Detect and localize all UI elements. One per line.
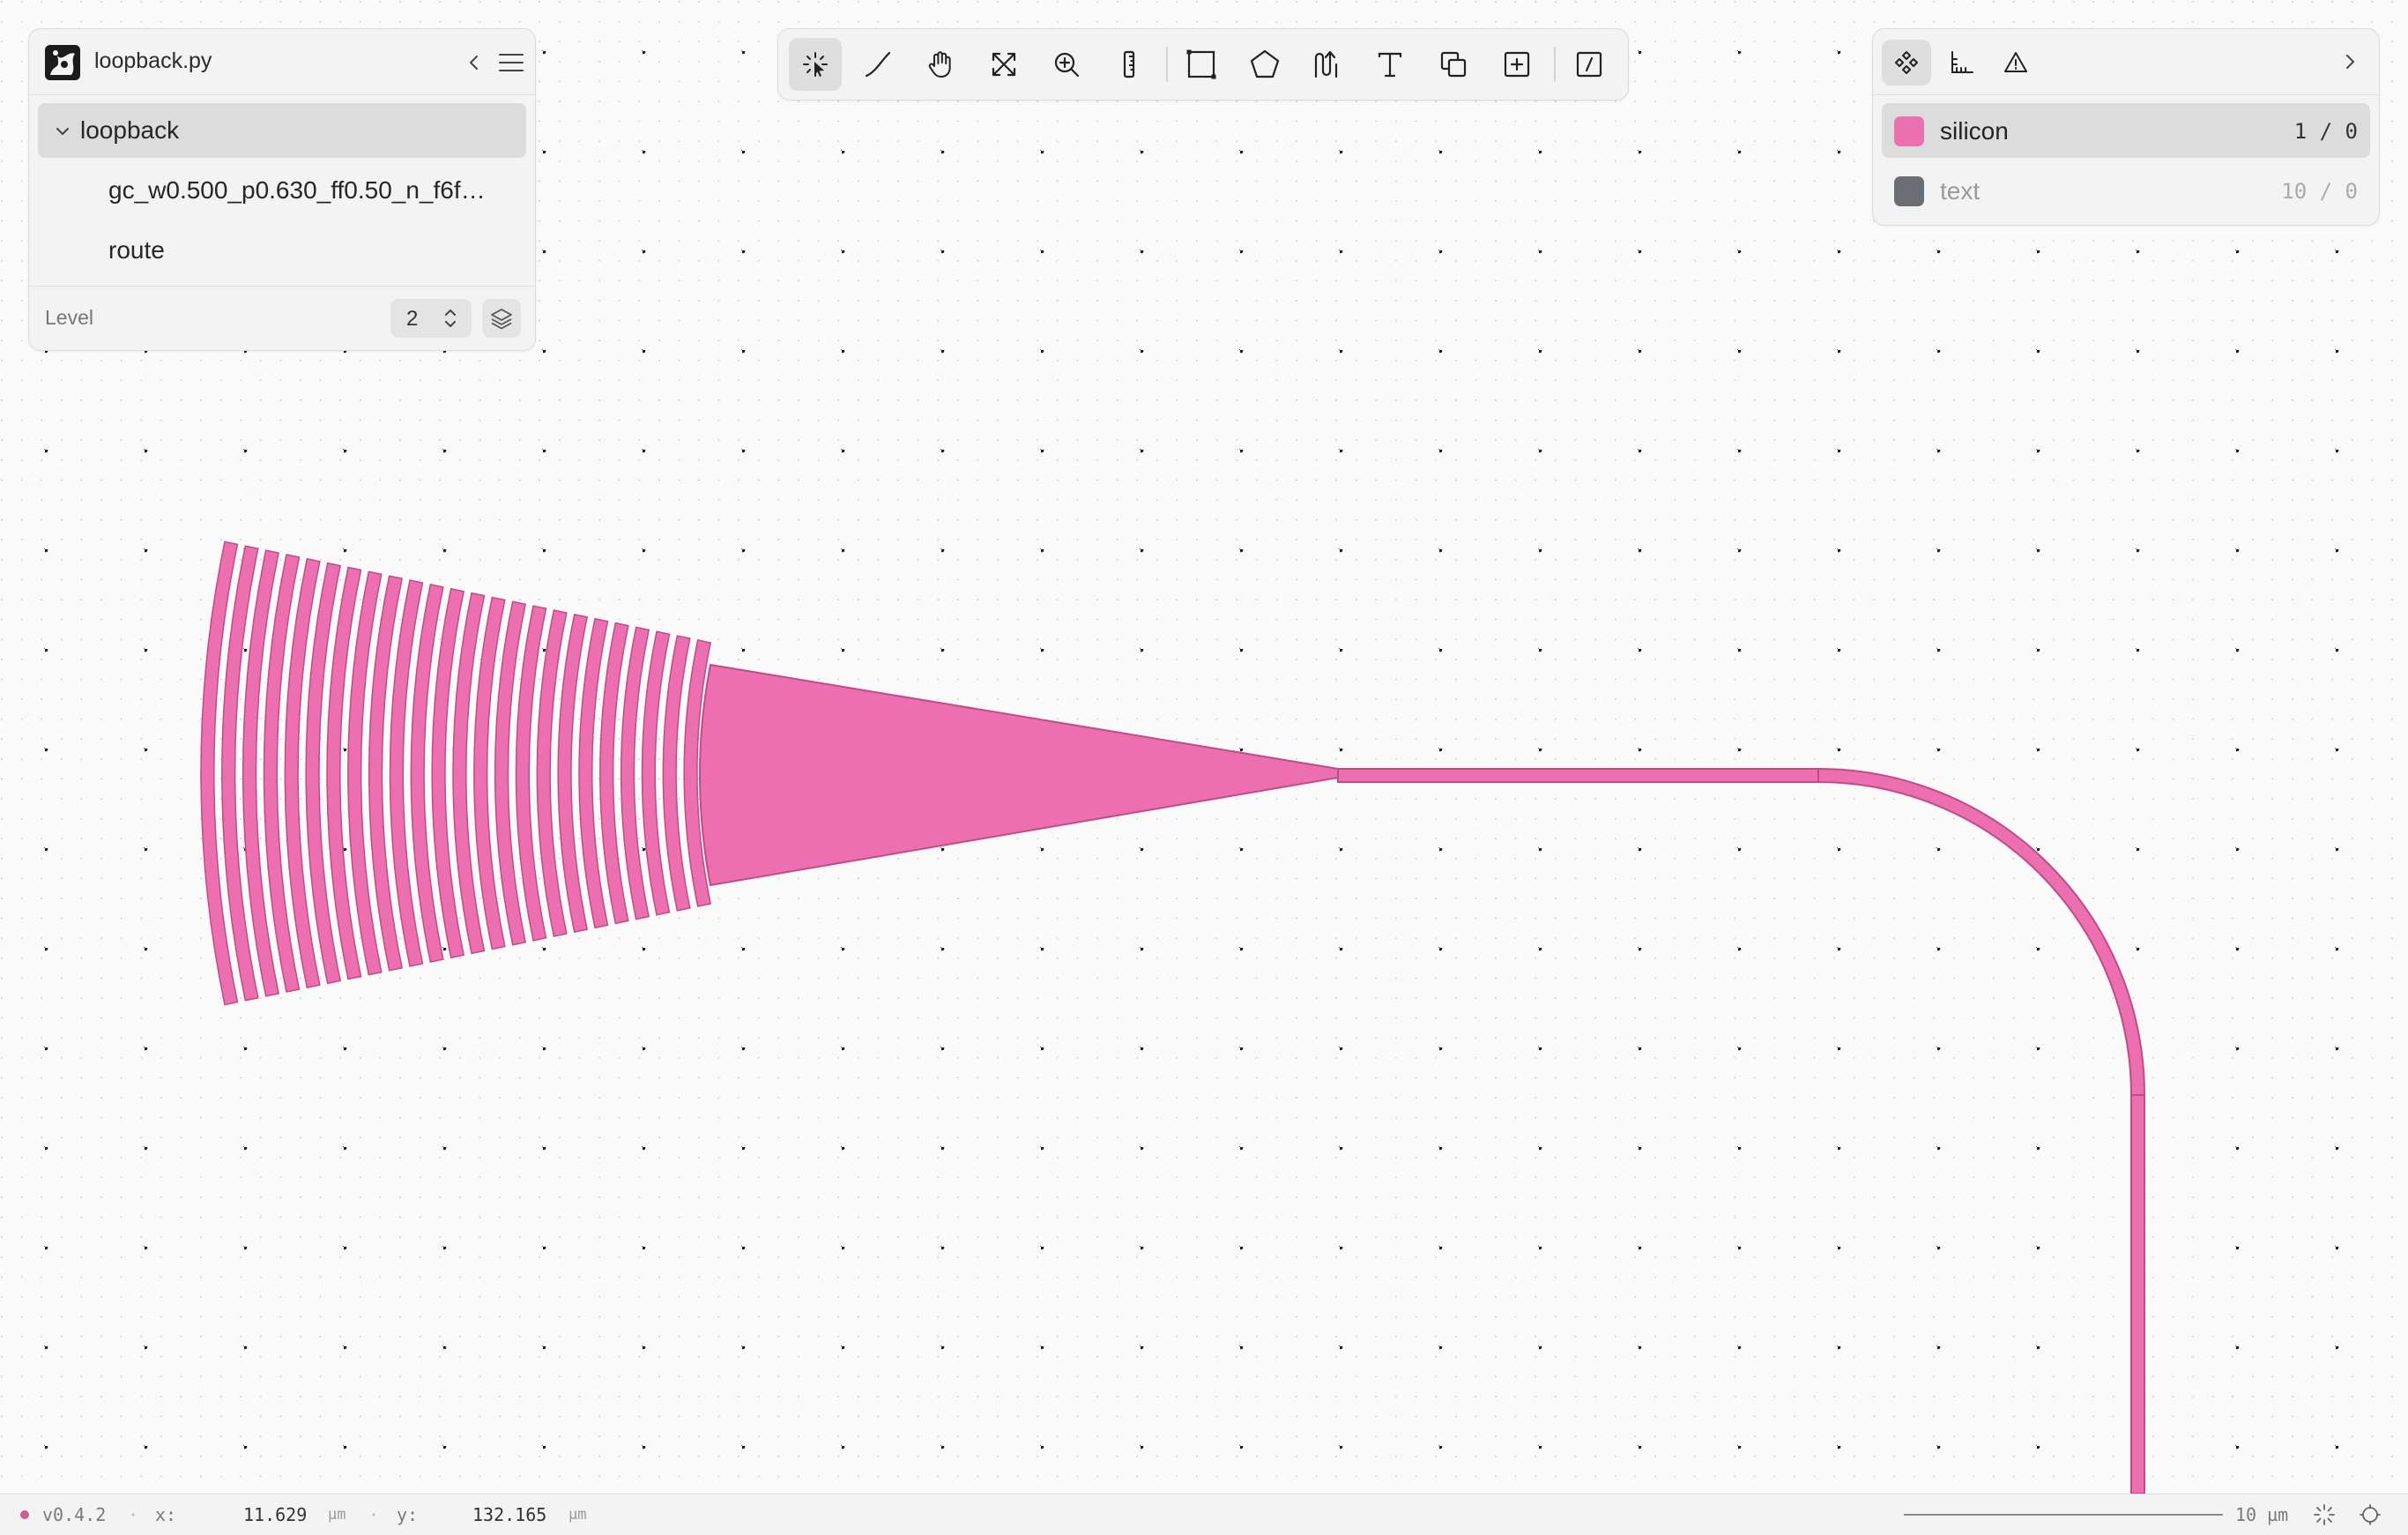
rectangle-tool-button[interactable] <box>1175 38 1228 91</box>
x-label: x: <box>155 1504 177 1525</box>
x-unit: µm <box>328 1506 346 1524</box>
hand-icon <box>928 51 951 78</box>
layer-row-text[interactable]: text 10 / 0 <box>1882 163 2370 218</box>
select-tool-button[interactable] <box>789 38 842 91</box>
slash-box-icon <box>1576 51 1602 78</box>
add-instance-tool-button[interactable] <box>1490 38 1543 91</box>
x-coordinate: 11.629 <box>243 1504 308 1525</box>
app-logo-icon <box>45 45 80 80</box>
layers-diamond-icon <box>1895 51 1918 74</box>
chevron-down-icon[interactable] <box>54 123 71 140</box>
hierarchy-header: loopback.py <box>29 29 535 95</box>
copy-icon <box>1440 51 1467 78</box>
scale-bar <box>1904 1514 2223 1516</box>
tool-bar <box>777 28 1629 101</box>
layer-count: 10 / 0 <box>2281 179 2358 204</box>
status-bar: v0.4.2 · x: 11.629 µm · y: 132.165 µm 10… <box>0 1494 2408 1535</box>
copy-tool-button[interactable] <box>1427 38 1480 91</box>
y-coordinate: 132.165 <box>472 1504 547 1525</box>
pentagon-icon <box>1250 49 1280 78</box>
route-icon <box>1314 50 1338 78</box>
polygon-tool-button[interactable] <box>1238 38 1291 91</box>
layer-color-swatch[interactable] <box>1894 176 1924 206</box>
line-icon <box>865 51 891 78</box>
rectangle-icon <box>1186 49 1216 79</box>
tab-layers[interactable] <box>1882 40 1931 86</box>
ruler-icon <box>1123 50 1135 78</box>
tree-item-label: gc_w0.500_p0.630_ff0.50_n_f6f… <box>108 176 486 204</box>
layer-row-silicon[interactable]: silicon 1 / 0 <box>1882 103 2370 158</box>
pan-tool-button[interactable] <box>914 38 967 91</box>
grid-snap-icon[interactable] <box>2313 1503 2336 1526</box>
layers-toggle-button[interactable] <box>482 299 521 338</box>
tree-item-route[interactable]: route <box>38 223 526 278</box>
stepper-arrows-icon[interactable] <box>442 306 459 331</box>
text-tool-button[interactable] <box>1364 38 1416 91</box>
layer-name: silicon <box>1940 117 2009 145</box>
stack-layers-icon <box>491 309 512 330</box>
chevron-right-icon <box>2346 55 2354 69</box>
chevron-left-icon <box>470 56 478 70</box>
zoom-in-icon <box>1054 52 1080 78</box>
tree-item-loopback[interactable]: loopback <box>38 103 526 158</box>
script-tool-button[interactable] <box>1563 38 1616 91</box>
fit-view-tool-button[interactable] <box>977 38 1030 91</box>
tab-ports[interactable] <box>1936 40 1986 86</box>
recenter-icon[interactable] <box>2359 1503 2382 1526</box>
collapse-right-panel-button[interactable] <box>2331 43 2368 80</box>
route-straight[interactable] <box>1337 768 1819 783</box>
axis-icon <box>1951 51 1973 73</box>
hamburger-menu-icon <box>499 54 524 71</box>
add-box-icon <box>1504 51 1530 78</box>
layer-count: 1 / 0 <box>2293 119 2358 144</box>
level-label: Level <box>45 306 93 329</box>
tree-item-label: loopback <box>80 116 180 144</box>
text-icon <box>1378 52 1402 78</box>
status-dot-icon <box>20 1510 29 1519</box>
layer-name: text <box>1940 177 1981 205</box>
route-vertical[interactable] <box>2130 1094 2145 1494</box>
hierarchy-panel: loopback.py loopback gc_w0.500_p0.630_ff… <box>28 28 536 351</box>
scale-bar-label: 10 µm <box>2235 1504 2289 1525</box>
tree-item-label: route <box>108 236 165 264</box>
separator-dot: · <box>128 1504 139 1525</box>
zoom-tool-button[interactable] <box>1040 38 1093 91</box>
level-stepper[interactable]: 2 <box>390 299 472 338</box>
tab-warnings[interactable] <box>1991 40 2040 86</box>
warning-icon <box>2004 52 2027 72</box>
y-unit: µm <box>569 1506 587 1524</box>
toolbar-separator <box>1554 47 1556 82</box>
layers-panel: silicon 1 / 0 text 10 / 0 <box>1872 28 2380 226</box>
level-value: 2 <box>406 307 419 331</box>
menu-button[interactable] <box>493 44 530 81</box>
toolbar-separator <box>1166 47 1168 82</box>
layer-color-swatch[interactable] <box>1894 116 1924 146</box>
path-tool-button[interactable] <box>851 38 904 91</box>
ruler-tool-button[interactable] <box>1103 38 1156 91</box>
y-label: y: <box>397 1504 419 1525</box>
version-label: v0.4.2 <box>42 1504 107 1525</box>
collapse-panel-button[interactable] <box>456 44 493 81</box>
level-control: Level 2 <box>29 286 535 350</box>
panel-tabs <box>1873 29 2379 95</box>
fit-view-icon <box>992 52 1016 77</box>
file-name: loopback.py <box>94 48 212 73</box>
select-pointer-icon <box>803 52 828 77</box>
route-tool-button[interactable] <box>1301 38 1354 91</box>
separator-dot: · <box>368 1504 380 1525</box>
tree-item-grating-coupler[interactable]: gc_w0.500_p0.630_ff0.50_n_f6f… <box>38 163 526 218</box>
